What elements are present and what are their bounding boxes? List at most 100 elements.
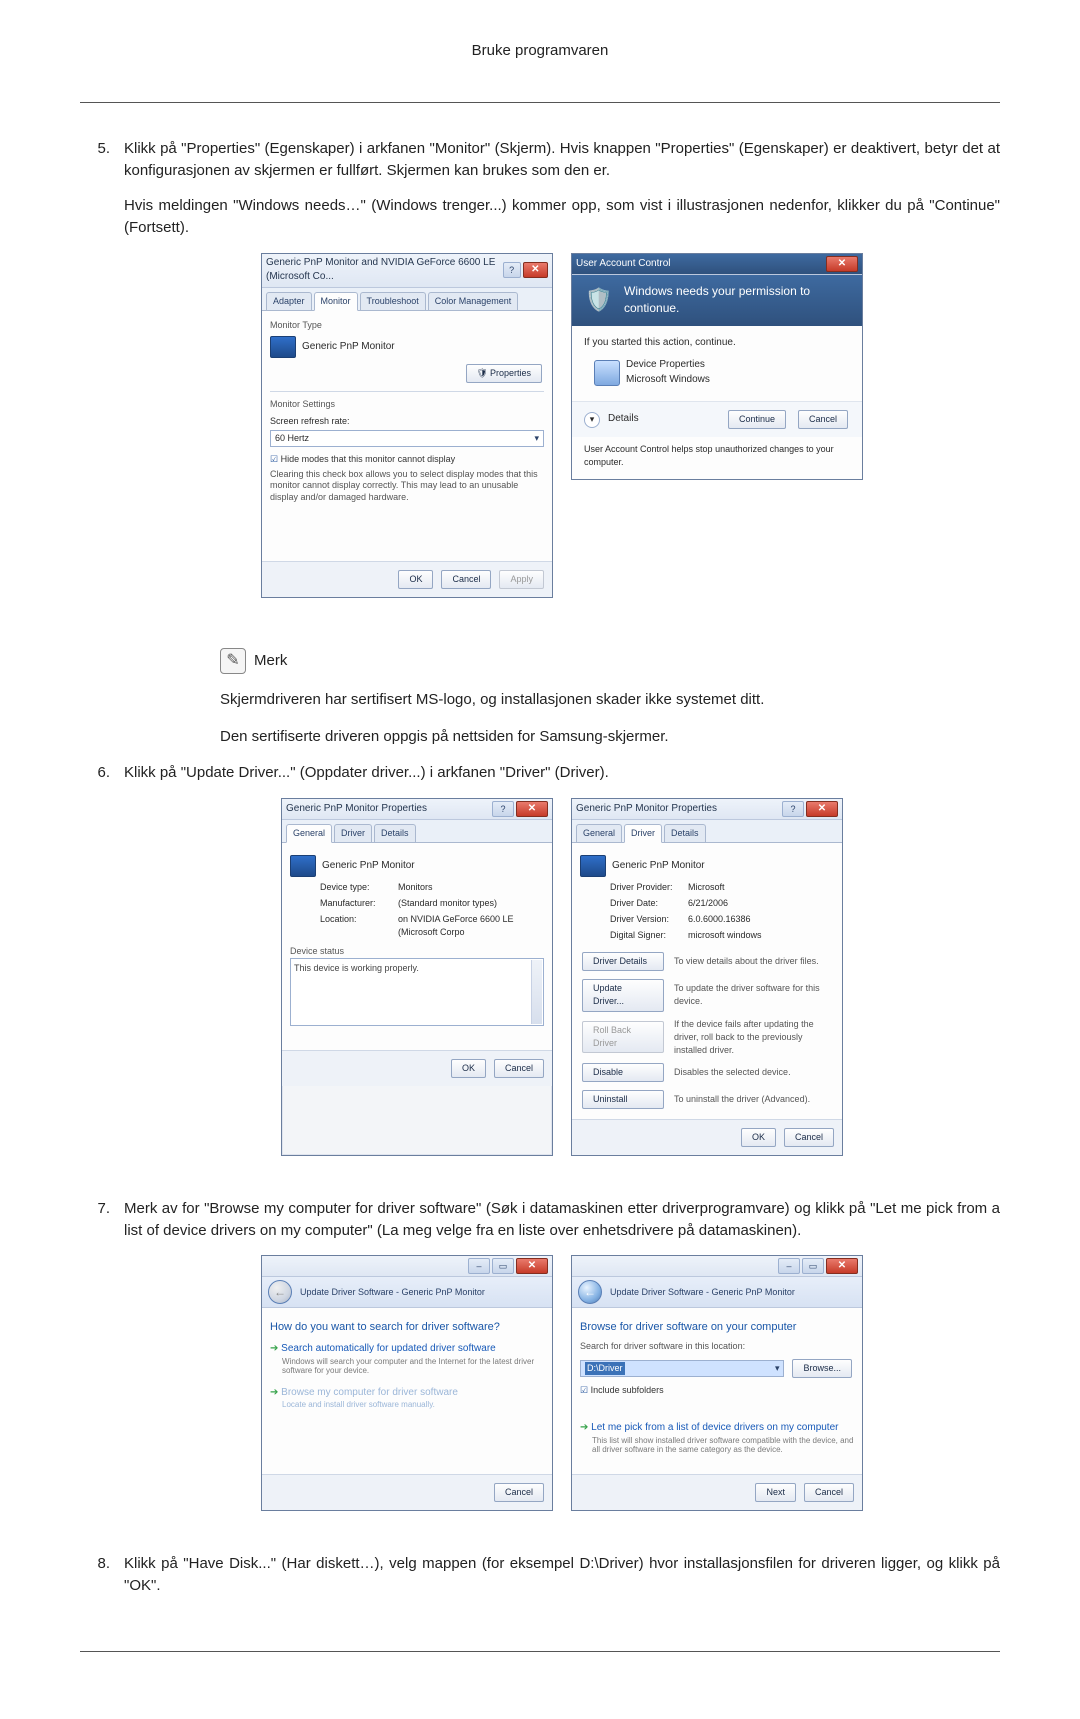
browse-button[interactable]: Browse... bbox=[792, 1359, 852, 1378]
device-status-box: This device is working properly. bbox=[290, 958, 544, 1026]
tab-monitor[interactable]: Monitor bbox=[314, 292, 358, 311]
details-label[interactable]: Details bbox=[608, 412, 639, 427]
figure-row-2: Generic PnP Monitor Properties ? ✕ Gener… bbox=[124, 798, 1000, 1156]
microsoft-windows-label: Microsoft Windows bbox=[626, 373, 710, 388]
refresh-rate-dropdown[interactable]: 60 Hertz bbox=[270, 430, 544, 447]
titlebar: Generic PnP Monitor Properties ? ✕ bbox=[282, 799, 552, 820]
hide-modes-checkbox[interactable]: Hide modes that this monitor cannot disp… bbox=[270, 453, 544, 466]
rollback-driver-button[interactable]: Roll Back Driver bbox=[582, 1021, 664, 1053]
path-value: D:\Driver bbox=[585, 1362, 625, 1375]
close-icon[interactable]: ✕ bbox=[826, 256, 858, 272]
device-type-label: Device type: bbox=[320, 881, 390, 894]
ok-button[interactable]: OK bbox=[398, 570, 433, 589]
step-8: 8. Klikk på "Have Disk..." (Har diskett…… bbox=[80, 1553, 1000, 1611]
tab-troubleshoot[interactable]: Troubleshoot bbox=[360, 292, 426, 310]
refresh-rate-label: Screen refresh rate: bbox=[270, 415, 544, 428]
tab-adapter[interactable]: Adapter bbox=[266, 292, 312, 310]
option-pick-from-list[interactable]: Let me pick from a list of device driver… bbox=[580, 1421, 854, 1455]
monitor-type-value: Generic PnP Monitor bbox=[302, 340, 395, 355]
disable-button[interactable]: Disable bbox=[582, 1063, 664, 1082]
window-title: User Account Control bbox=[576, 257, 671, 272]
driver-details-button[interactable]: Driver Details bbox=[582, 952, 664, 971]
option-browse-computer[interactable]: Browse my computer for driver software L… bbox=[270, 1386, 544, 1410]
note-icon: ✎ bbox=[220, 648, 246, 674]
chevron-down-icon[interactable]: ▾ bbox=[584, 412, 600, 428]
signer-label: Digital Signer: bbox=[610, 929, 680, 942]
update-wizard-browse: – ▭ ✕ ← Update Driver Software - Generic… bbox=[571, 1255, 863, 1511]
option-title: Search automatically for updated driver … bbox=[270, 1342, 544, 1357]
include-subfolders-checkbox[interactable]: Include subfolders bbox=[580, 1384, 854, 1397]
maximize-icon[interactable]: ▭ bbox=[492, 1258, 514, 1274]
figure-row-3: – ▭ ✕ ← Update Driver Software - Generic… bbox=[124, 1255, 1000, 1511]
help-icon[interactable]: ? bbox=[492, 801, 514, 817]
titlebar: Generic PnP Monitor and NVIDIA GeForce 6… bbox=[262, 254, 552, 288]
option-desc: This list will show installed driver sof… bbox=[592, 1436, 854, 1455]
option-auto-search[interactable]: Search automatically for updated driver … bbox=[270, 1342, 544, 1376]
driver-details-desc: To view details about the driver files. bbox=[674, 955, 834, 968]
next-button[interactable]: Next bbox=[755, 1483, 796, 1502]
uac-help-text: User Account Control helps stop unauthor… bbox=[572, 437, 862, 479]
monitor-icon bbox=[580, 855, 606, 877]
option-title: Browse my computer for driver software bbox=[270, 1386, 544, 1401]
tab-driver[interactable]: Driver bbox=[334, 824, 372, 842]
back-icon[interactable]: ← bbox=[578, 1280, 602, 1304]
device-properties-driver: Generic PnP Monitor Properties ? ✕ Gener… bbox=[571, 798, 843, 1156]
cancel-button[interactable]: Cancel bbox=[784, 1128, 834, 1147]
search-location-label: Search for driver software in this locat… bbox=[580, 1340, 854, 1353]
provider-label: Driver Provider: bbox=[610, 881, 680, 894]
step-7: 7. Merk av for "Browse my computer for d… bbox=[80, 1198, 1000, 1536]
tab-general[interactable]: General bbox=[286, 824, 332, 843]
breadcrumb: Update Driver Software - Generic PnP Mon… bbox=[610, 1286, 795, 1299]
path-combobox[interactable]: D:\Driver bbox=[580, 1360, 784, 1377]
ok-button[interactable]: OK bbox=[451, 1059, 486, 1078]
cancel-button[interactable]: Cancel bbox=[798, 410, 848, 429]
tab-details[interactable]: Details bbox=[664, 824, 706, 842]
ok-button[interactable]: OK bbox=[741, 1128, 776, 1147]
properties-button[interactable]: Properties bbox=[466, 364, 542, 383]
monitor-settings-label: Monitor Settings bbox=[270, 398, 544, 411]
tab-color-management[interactable]: Color Management bbox=[428, 292, 519, 310]
close-icon[interactable]: ✕ bbox=[826, 1258, 858, 1274]
apply-button[interactable]: Apply bbox=[499, 570, 544, 589]
close-icon[interactable]: ✕ bbox=[516, 1258, 548, 1274]
uac-started-text: If you started this action, continue. bbox=[584, 336, 850, 351]
close-icon[interactable]: ✕ bbox=[516, 801, 548, 817]
cancel-button[interactable]: Cancel bbox=[494, 1059, 544, 1078]
minimize-icon[interactable]: – bbox=[778, 1258, 800, 1274]
minimize-icon[interactable]: – bbox=[468, 1258, 490, 1274]
uninstall-button[interactable]: Uninstall bbox=[582, 1090, 664, 1109]
back-icon[interactable]: ← bbox=[268, 1280, 292, 1304]
help-icon[interactable]: ? bbox=[782, 801, 804, 817]
step-5-p2: Hvis meldingen "Windows needs…" (Windows… bbox=[124, 195, 1000, 239]
help-icon[interactable]: ? bbox=[503, 262, 521, 278]
close-icon[interactable]: ✕ bbox=[806, 801, 838, 817]
version-value: 6.0.6000.16386 bbox=[688, 913, 834, 926]
update-driver-button[interactable]: Update Driver... bbox=[582, 979, 664, 1011]
monitor-type-label: Monitor Type bbox=[270, 319, 544, 332]
device-status-text: This device is working properly. bbox=[294, 963, 419, 973]
note-p1: Skjermdriveren har sertifisert MS-logo, … bbox=[220, 689, 1000, 711]
disable-desc: Disables the selected device. bbox=[674, 1066, 834, 1079]
manufacturer-label: Manufacturer: bbox=[320, 897, 390, 910]
device-name: Generic PnP Monitor bbox=[612, 859, 705, 874]
cancel-button[interactable]: Cancel bbox=[494, 1483, 544, 1502]
continue-button[interactable]: Continue bbox=[728, 410, 786, 429]
close-icon[interactable]: ✕ bbox=[523, 262, 548, 278]
version-label: Driver Version: bbox=[610, 913, 680, 926]
tab-details[interactable]: Details bbox=[374, 824, 416, 842]
cancel-button[interactable]: Cancel bbox=[804, 1483, 854, 1502]
tab-general[interactable]: General bbox=[576, 824, 622, 842]
uac-banner: 🛡️ Windows needs your permission to cont… bbox=[572, 275, 862, 326]
option-desc: Windows will search your computer and th… bbox=[282, 1357, 544, 1376]
tab-driver[interactable]: Driver bbox=[624, 824, 662, 843]
uninstall-desc: To uninstall the driver (Advanced). bbox=[674, 1093, 834, 1106]
step-number: 5. bbox=[80, 138, 110, 622]
uac-permission-text: Windows needs your permission to contion… bbox=[624, 283, 850, 318]
scrollbar[interactable] bbox=[531, 960, 542, 1024]
provider-value: Microsoft bbox=[688, 881, 834, 894]
device-status-label: Device status bbox=[290, 945, 544, 958]
note-label: Merk bbox=[254, 650, 287, 672]
device-properties-general: Generic PnP Monitor Properties ? ✕ Gener… bbox=[281, 798, 553, 1156]
cancel-button[interactable]: Cancel bbox=[441, 570, 491, 589]
maximize-icon[interactable]: ▭ bbox=[802, 1258, 824, 1274]
